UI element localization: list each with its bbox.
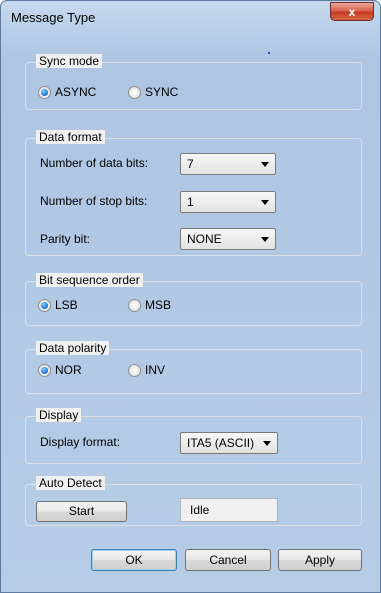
radio-unselected-icon — [128, 298, 141, 312]
bit-order-title: Bit sequence order — [36, 273, 143, 287]
display-format-label: Display format: — [40, 435, 121, 449]
radio-selected-icon — [38, 85, 51, 99]
sync-mode-title: Sync mode — [36, 54, 103, 68]
radio-async[interactable]: ASYNC — [38, 84, 96, 100]
display-title: Display — [36, 408, 82, 422]
radio-lsb-label: LSB — [55, 298, 78, 312]
apply-button[interactable]: Apply — [278, 549, 362, 571]
stop-bits-value: 1 — [187, 195, 194, 209]
data-bits-select[interactable]: 7 — [180, 153, 276, 175]
parity-value: NONE — [187, 232, 222, 246]
ok-button-label: OK — [125, 553, 143, 567]
radio-inv-label: INV — [145, 363, 166, 377]
radio-selected-icon — [38, 363, 51, 377]
chevron-down-icon — [261, 162, 269, 167]
parity-label: Parity bit: — [40, 232, 91, 246]
radio-sync-label: SYNC — [145, 85, 179, 99]
cancel-button-label: Cancel — [209, 553, 247, 567]
radio-unselected-icon — [128, 85, 141, 99]
stop-bits-label: Number of stop bits: — [40, 194, 148, 208]
chevron-down-icon — [261, 237, 269, 242]
close-button[interactable]: x — [330, 2, 374, 21]
radio-unselected-icon — [128, 363, 141, 377]
data-bits-label: Number of data bits: — [40, 156, 149, 170]
polarity-group: Data polarity NOR INV — [25, 341, 362, 394]
data-bits-value: 7 — [187, 157, 194, 171]
radio-inv[interactable]: INV — [128, 362, 165, 378]
title-bar[interactable]: Message Type x — [1, 1, 380, 31]
display-group: Display Display format: ITA5 (ASCII) — [25, 408, 362, 464]
radio-sync[interactable]: SYNC — [128, 84, 178, 100]
status-field[interactable]: Idle — [180, 498, 278, 522]
start-button[interactable]: Start — [36, 501, 127, 522]
bit-order-group: Bit sequence order LSB MSB — [25, 273, 362, 326]
auto-detect-group: Auto Detect Start Idle — [25, 476, 362, 526]
radio-selected-icon — [38, 298, 51, 312]
radio-msb-label: MSB — [145, 298, 172, 312]
parity-select[interactable]: NONE — [180, 228, 276, 250]
status-value: Idle — [190, 503, 210, 517]
chevron-down-icon — [261, 200, 269, 205]
chevron-down-icon — [263, 441, 271, 446]
window-title: Message Type — [11, 10, 96, 25]
radio-lsb[interactable]: LSB — [38, 297, 78, 313]
radio-async-label: ASYNC — [55, 85, 97, 99]
display-format-value: ITA5 (ASCII) — [187, 436, 255, 450]
stray-dot — [268, 52, 270, 54]
radio-nor-label: NOR — [55, 363, 82, 377]
radio-msb[interactable]: MSB — [128, 297, 171, 313]
display-format-select[interactable]: ITA5 (ASCII) — [180, 432, 278, 454]
cancel-button[interactable]: Cancel — [185, 549, 271, 571]
apply-button-label: Apply — [304, 553, 336, 567]
data-format-title: Data format — [36, 130, 105, 144]
auto-detect-title: Auto Detect — [36, 476, 105, 490]
close-icon: x — [348, 5, 356, 19]
polarity-title: Data polarity — [36, 341, 110, 355]
radio-nor[interactable]: NOR — [38, 362, 82, 378]
start-button-label: Start — [68, 504, 95, 518]
ok-button[interactable]: OK — [91, 549, 177, 571]
stop-bits-select[interactable]: 1 — [180, 191, 276, 213]
sync-mode-group: Sync mode ASYNC SYNC — [25, 54, 362, 110]
data-format-group: Data format Number of data bits: 7 Numbe… — [25, 130, 362, 256]
